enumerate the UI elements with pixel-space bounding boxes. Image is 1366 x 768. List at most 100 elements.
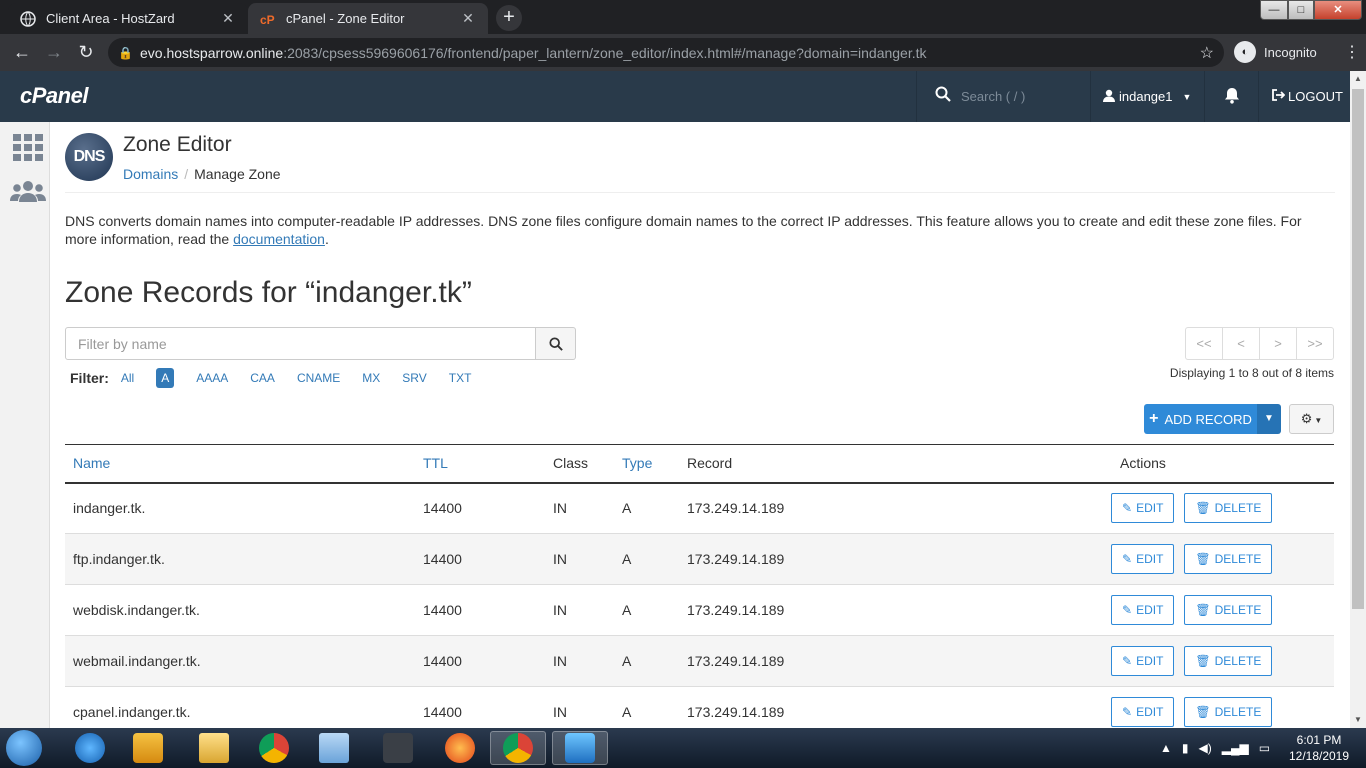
record-value: 173.249.14.189 [687, 500, 785, 517]
settings-gear-button[interactable]: ⚙ ▼ [1289, 404, 1334, 434]
filter-cname[interactable]: CNAME [297, 368, 340, 388]
tray-expand-icon[interactable]: ▲ [1160, 741, 1172, 755]
page-scrollbar[interactable]: ▲ ▼ [1350, 71, 1366, 728]
record-type-filters: Filter: All A AAAA CAA CNAME MX SRV TXT [70, 367, 493, 389]
user-menu[interactable]: indange1 ▼ [1090, 71, 1204, 122]
filter-by-name-input[interactable] [65, 327, 536, 360]
table-row: webmail.indanger.tk. 14400 IN A 173.249.14.1… [65, 635, 1334, 687]
start-button[interactable] [6, 730, 42, 766]
system-tray: ▲ ▮ ◀) ▂▄▆ ▭ [1160, 728, 1270, 768]
breadcrumb-domains-link[interactable]: Domains [123, 166, 178, 182]
close-tab-icon[interactable]: ✕ [460, 10, 476, 27]
filter-aaaa[interactable]: AAAA [196, 368, 228, 388]
browser-tab-client-area[interactable]: Client Area - HostZard ✕ [8, 3, 248, 34]
edit-button[interactable]: ✎ EDIT [1111, 595, 1175, 625]
header-search[interactable] [916, 71, 1090, 122]
last-page-button[interactable]: >> [1297, 328, 1333, 359]
taskbar-malwarebytes-icon[interactable] [552, 731, 608, 765]
prev-page-button[interactable]: < [1223, 328, 1260, 359]
scroll-up-arrow-icon[interactable]: ▲ [1350, 71, 1366, 87]
add-record-dropdown-toggle[interactable]: ▼ [1257, 404, 1281, 434]
taskbar-chrome-active-icon[interactable] [490, 731, 546, 765]
delete-button[interactable]: 🗑 DELETE [1184, 595, 1273, 625]
first-page-button[interactable]: << [1186, 328, 1223, 359]
delete-label: DELETE [1214, 705, 1262, 719]
system-clock[interactable]: 6:01 PM 12/18/2019 [1284, 732, 1354, 764]
edit-button[interactable]: ✎ EDIT [1111, 646, 1175, 676]
edit-label: EDIT [1136, 501, 1164, 516]
taskbar-nox-icon[interactable] [370, 731, 426, 765]
filter-all[interactable]: All [121, 368, 134, 388]
record-ttl: 14400 [423, 704, 462, 720]
taskbar-firefox-icon[interactable] [432, 731, 488, 765]
record-ttl: 14400 [423, 602, 462, 618]
scroll-down-arrow-icon[interactable]: ▼ [1350, 712, 1366, 728]
volume-icon[interactable]: ◀) [1199, 741, 1212, 755]
record-class: IN [553, 551, 567, 567]
users-icon[interactable] [10, 180, 46, 208]
record-actions: ✎ EDIT 🗑 DELETE [1084, 483, 1334, 534]
trash-icon: 🗑 [1195, 603, 1211, 617]
logout-button[interactable]: LOGOUT [1258, 71, 1350, 122]
taskbar-chrome-icon[interactable] [246, 731, 302, 765]
taskbar-notepad-icon[interactable] [306, 731, 362, 765]
trash-icon: 🗑 [1195, 552, 1211, 566]
pencil-icon: ✎ [1122, 705, 1133, 719]
minimize-window-button[interactable]: — [1260, 0, 1288, 20]
scrollbar-thumb[interactable] [1352, 89, 1364, 609]
record-name: indanger.tk. [73, 500, 146, 517]
filter-caa[interactable]: CAA [250, 368, 275, 388]
record-class: IN [553, 653, 567, 669]
filter-a[interactable]: A [156, 368, 175, 388]
delete-button[interactable]: 🗑 DELETE [1184, 697, 1273, 727]
next-page-button[interactable]: > [1260, 328, 1297, 359]
col-header-ttl[interactable]: TTL [415, 445, 545, 483]
delete-button[interactable]: 🗑 DELETE [1184, 493, 1273, 524]
battery-icon[interactable]: ▮ [1182, 741, 1189, 755]
home-grid-icon[interactable] [13, 134, 43, 161]
signal-icon[interactable]: ▂▄▆ [1222, 741, 1249, 755]
search-icon [548, 337, 563, 352]
zone-records-heading: Zone Records for “indanger.tk” [65, 276, 472, 309]
network-icon[interactable]: ▭ [1259, 741, 1270, 755]
cpanel-logo[interactable]: cPanel [20, 83, 88, 109]
browser-menu-icon[interactable]: ⋮ [1344, 42, 1360, 62]
new-tab-button[interactable]: + [496, 5, 522, 31]
back-arrow-icon[interactable]: ← [10, 41, 34, 65]
close-tab-icon[interactable]: ✕ [220, 10, 236, 27]
delete-button[interactable]: 🗑 DELETE [1184, 646, 1273, 676]
header-search-input[interactable] [961, 89, 1081, 104]
delete-button[interactable]: 🗑 DELETE [1184, 544, 1273, 574]
edit-button[interactable]: ✎ EDIT [1111, 697, 1175, 727]
maximize-window-button[interactable]: □ [1288, 0, 1314, 20]
taskbar-internet-explorer-icon[interactable] [62, 731, 118, 765]
filter-mx[interactable]: MX [362, 368, 380, 388]
trash-icon: 🗑 [1195, 654, 1211, 668]
taskbar-media-player-icon[interactable] [120, 731, 176, 765]
taskbar-file-explorer-icon[interactable] [186, 731, 242, 765]
notifications-bell-icon[interactable] [1204, 71, 1258, 122]
url-host: evo.hostsparrow.online [140, 44, 284, 61]
user-icon [1103, 89, 1115, 105]
close-window-button[interactable]: ✕ [1314, 0, 1362, 20]
record-type: A [622, 704, 632, 720]
incognito-indicator[interactable]: ◐ Incognito [1234, 40, 1317, 64]
edit-button[interactable]: ✎ EDIT [1111, 493, 1175, 524]
filter-search-button[interactable] [536, 327, 576, 360]
record-type: A [622, 500, 632, 517]
browser-tab-cpanel[interactable]: cP cPanel - Zone Editor ✕ [248, 3, 488, 34]
svg-text:cP: cP [260, 13, 275, 27]
edit-button[interactable]: ✎ EDIT [1111, 544, 1175, 574]
bookmark-star-icon[interactable]: ☆ [1200, 43, 1214, 63]
forward-arrow-icon[interactable]: → [42, 41, 66, 65]
filter-txt[interactable]: TXT [449, 368, 472, 388]
url-field[interactable]: 🔒 evo.hostsparrow.online:2083/cpsess5969… [108, 38, 1224, 67]
col-header-type[interactable]: Type [614, 445, 679, 483]
filter-srv[interactable]: SRV [402, 368, 426, 388]
chevron-down-icon: ▼ [1182, 91, 1192, 102]
col-header-name[interactable]: Name [65, 445, 415, 483]
reload-icon[interactable]: ↻ [74, 41, 98, 65]
add-record-button[interactable]: + ADD RECORD [1144, 404, 1257, 434]
documentation-link[interactable]: documentation [233, 231, 325, 247]
record-class: IN [553, 500, 567, 517]
